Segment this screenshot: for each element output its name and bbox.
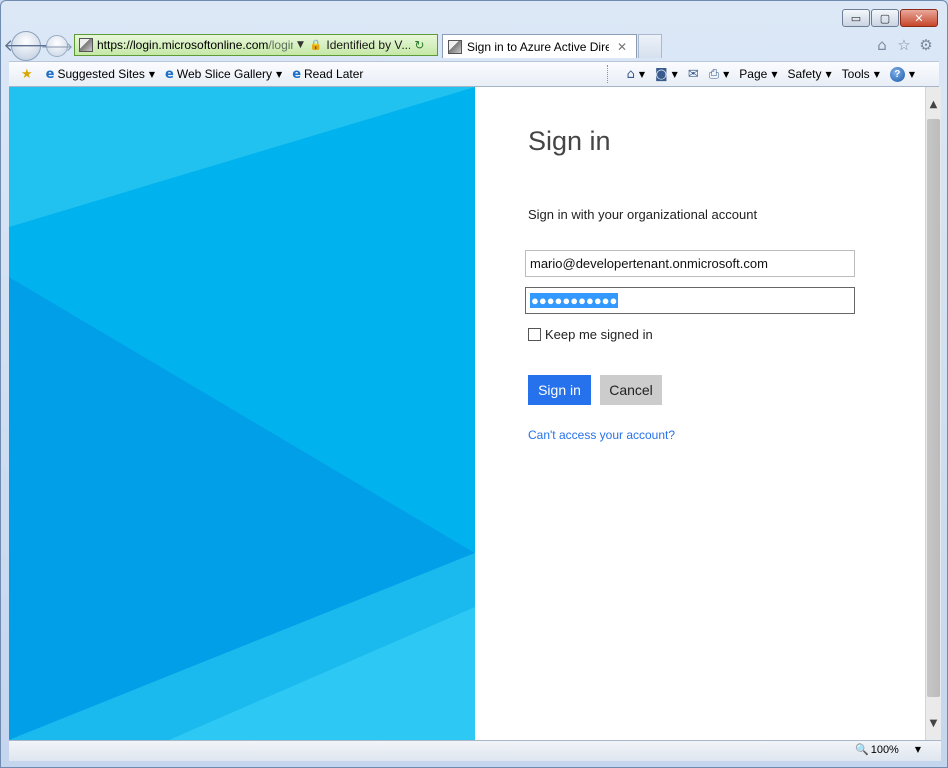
- tab-sign-in[interactable]: Sign in to Azure Active Dire... ✕: [442, 34, 637, 58]
- maximize-button[interactable]: ▢: [871, 9, 899, 27]
- tools-menu-label: Tools: [841, 67, 870, 81]
- page-title: Sign in: [528, 126, 611, 156]
- ie-logo-icon: e: [45, 66, 55, 82]
- printer-icon: ⎙: [708, 66, 720, 82]
- ie-page-icon: e: [165, 66, 174, 82]
- home-icon[interactable]: ⌂: [871, 36, 893, 54]
- browser-window: ▭ ▢ ✕ 🡐 🡒 https://login.microsoftonline.…: [0, 0, 948, 768]
- help-question-icon: ?: [889, 66, 905, 82]
- maximize-icon: ▢: [879, 11, 891, 25]
- scroll-up-icon[interactable]: ▲: [926, 95, 941, 113]
- home-icon: ⌂: [626, 66, 635, 82]
- chevron-down-icon: ▼: [638, 69, 646, 79]
- browser-right-icons: ⌂ ☆ ⚙: [871, 36, 937, 54]
- feeds-menu-button[interactable]: ◙ ▼: [655, 67, 678, 82]
- new-tab-button[interactable]: [638, 34, 662, 58]
- mail-icon: ✉: [687, 66, 699, 82]
- toolbar-grip: [606, 65, 609, 83]
- page-viewport: Sign in Sign in with your organizational…: [9, 87, 925, 740]
- address-bar[interactable]: https://login.microsoftonline.com/login.…: [74, 34, 438, 56]
- minimize-icon: ▭: [850, 11, 862, 25]
- settings-gear-icon[interactable]: ⚙: [915, 36, 937, 54]
- zoom-level: 100%: [870, 743, 899, 756]
- cant-access-account-link[interactable]: Can't access your account?: [528, 428, 675, 442]
- status-bar: 🔍 100% ▼: [9, 740, 941, 761]
- password-field[interactable]: ●●●●●●●●●●●: [525, 287, 855, 314]
- lock-icon[interactable]: 🔒: [310, 40, 322, 51]
- favorites-star-icon[interactable]: ☆: [893, 36, 915, 54]
- chevron-down-icon: ▼: [873, 69, 880, 79]
- password-value: ●●●●●●●●●●●: [530, 293, 619, 308]
- scroll-down-icon[interactable]: ▼: [926, 714, 941, 732]
- sign-in-button[interactable]: Sign in: [528, 375, 591, 405]
- ie-page-icon: e: [292, 66, 302, 82]
- chevron-down-icon: ▼: [825, 69, 832, 79]
- tools-menu-button[interactable]: Tools ▼: [842, 67, 880, 81]
- rss-feed-icon: ◙: [655, 66, 668, 82]
- tab-title: Sign in to Azure Active Dire...: [467, 39, 609, 54]
- fav-item-suggested-sites[interactable]: e Suggested Sites ▼: [46, 67, 155, 82]
- page-menu-label: Page: [739, 67, 768, 81]
- home-menu-button[interactable]: ⌂ ▼: [627, 67, 645, 82]
- chevron-down-icon: ▼: [914, 745, 921, 754]
- sign-in-panel: Sign in Sign in with your organizational…: [475, 87, 925, 740]
- keep-signed-in-option[interactable]: Keep me signed in: [528, 327, 653, 342]
- keep-signed-in-checkbox[interactable]: [528, 328, 541, 341]
- keep-signed-in-label[interactable]: Keep me signed in: [545, 327, 653, 342]
- favorites-bar: ★ e Suggested Sites ▼ e Web Slice Galler…: [9, 61, 939, 87]
- safety-menu-button[interactable]: Safety ▼: [787, 67, 831, 81]
- tab-close-icon[interactable]: ✕: [617, 40, 627, 54]
- fav-item-label: Suggested Sites: [57, 67, 145, 81]
- minimize-button[interactable]: ▭: [842, 9, 870, 27]
- read-mail-button[interactable]: ✉: [688, 67, 699, 82]
- sign-in-subtitle: Sign in with your organizational account: [528, 207, 758, 222]
- print-menu-button[interactable]: ⎙ ▼: [709, 67, 730, 82]
- command-bar: ⌂ ▼ ◙ ▼ ✉ ⎙ ▼ Page ▼ Safety ▼ Tools ▼ ? ▼: [601, 62, 915, 86]
- back-button[interactable]: 🡐: [3, 31, 49, 61]
- address-dropdown-icon[interactable]: ▼: [297, 40, 304, 50]
- fav-item-web-slice-gallery[interactable]: e Web Slice Gallery ▼: [165, 67, 282, 82]
- fav-item-label: Read Later: [304, 67, 364, 81]
- chevron-down-icon: ▼: [771, 69, 778, 79]
- hero-illustration: [9, 87, 475, 740]
- navigation-row: 🡐 🡒 https://login.microsoftonline.com/lo…: [3, 31, 939, 61]
- forward-arrow-icon: 🡒: [40, 39, 74, 54]
- forward-button[interactable]: 🡒: [41, 35, 73, 57]
- url-host: https://login.microsoftonline.com: [97, 38, 269, 52]
- chevron-down-icon: ▼: [276, 69, 283, 79]
- security-identity[interactable]: Identified by V...: [326, 38, 410, 52]
- url-path: /login.: [268, 38, 293, 52]
- help-menu-button[interactable]: ? ▼: [889, 66, 915, 82]
- favorites-star-icon: ★: [21, 66, 33, 82]
- page-menu-button[interactable]: Page ▼: [739, 67, 777, 81]
- zoom-magnifier-icon: 🔍: [855, 743, 869, 756]
- cancel-button[interactable]: Cancel: [600, 375, 662, 405]
- chevron-down-icon: ▼: [148, 69, 156, 79]
- window-caption-buttons: ▭ ▢ ✕: [841, 9, 938, 27]
- refresh-icon[interactable]: ↻: [414, 38, 424, 52]
- chevron-down-icon: ▼: [723, 69, 730, 79]
- favorites-button[interactable]: ★: [21, 67, 36, 82]
- safety-menu-label: Safety: [787, 67, 822, 81]
- tab-favicon-icon: [448, 39, 462, 54]
- chevron-down-icon: ▼: [671, 69, 678, 79]
- zoom-control[interactable]: 🔍 100% ▼: [855, 743, 921, 756]
- email-value: mario@developertenant.onmicrosoft.com: [530, 256, 768, 271]
- url-text: https://login.microsoftonline.com/login.: [97, 38, 293, 52]
- chevron-down-icon: ▼: [908, 69, 915, 79]
- fav-item-label: Web Slice Gallery: [176, 67, 273, 81]
- fav-item-read-later[interactable]: e Read Later: [292, 67, 363, 82]
- close-window-button[interactable]: ✕: [900, 9, 938, 27]
- vertical-scrollbar[interactable]: ▲ ▼: [925, 87, 941, 740]
- scroll-thumb[interactable]: [927, 119, 940, 697]
- site-favicon-icon: [79, 38, 93, 52]
- email-field[interactable]: mario@developertenant.onmicrosoft.com: [525, 250, 855, 277]
- close-icon: ✕: [914, 11, 924, 25]
